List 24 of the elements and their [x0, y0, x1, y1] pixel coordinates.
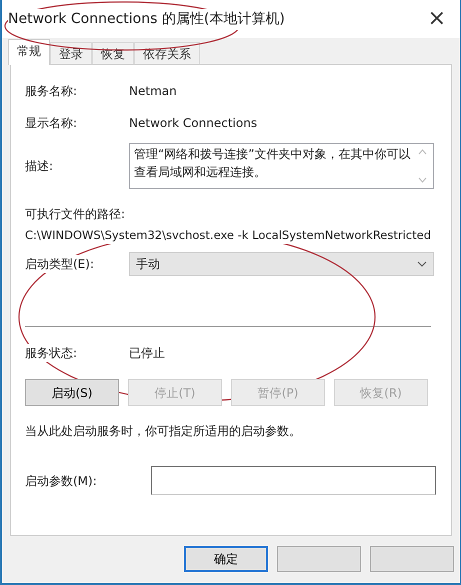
display-name-value: Network Connections	[129, 115, 258, 132]
window-title: Network Connections 的属性(本地计算机)	[8, 8, 285, 30]
startup-type-dropdown[interactable]: 手动	[129, 252, 434, 276]
dialog-button[interactable]: 确定	[184, 546, 268, 572]
service-button[interactable]: 启动(S)	[25, 379, 119, 406]
service-name-value: Netman	[129, 83, 177, 100]
close-button[interactable]: ×	[422, 8, 452, 30]
tab[interactable]: 登录	[50, 42, 92, 64]
dialog-button[interactable]	[277, 546, 361, 572]
field-label: 启动参数(M):	[25, 472, 98, 490]
tab[interactable]: 依存关系	[134, 42, 200, 64]
chevron-down-icon	[417, 261, 427, 268]
field-label: 描述:	[25, 158, 54, 175]
field-label: 显示名称:	[25, 115, 78, 132]
start-parameters-field[interactable]	[151, 466, 436, 496]
scroll-down-icon[interactable]	[418, 177, 426, 183]
service-status-value: 已停止	[129, 345, 165, 362]
field-label: 服务名称:	[25, 83, 78, 100]
description-box[interactable]: 管理“网络和拨号连接”文件夹中对象，在其中你可以查看局域网和远程连接。	[129, 143, 434, 189]
scroll-up-icon[interactable]	[418, 149, 426, 155]
field-label: 可执行文件的路径:	[25, 206, 126, 223]
tab[interactable]: 常规	[8, 39, 50, 65]
dialog-button[interactable]	[370, 546, 454, 572]
hint-text: 当从此处启动服务时，你可指定所适用的启动参数。	[25, 423, 302, 440]
